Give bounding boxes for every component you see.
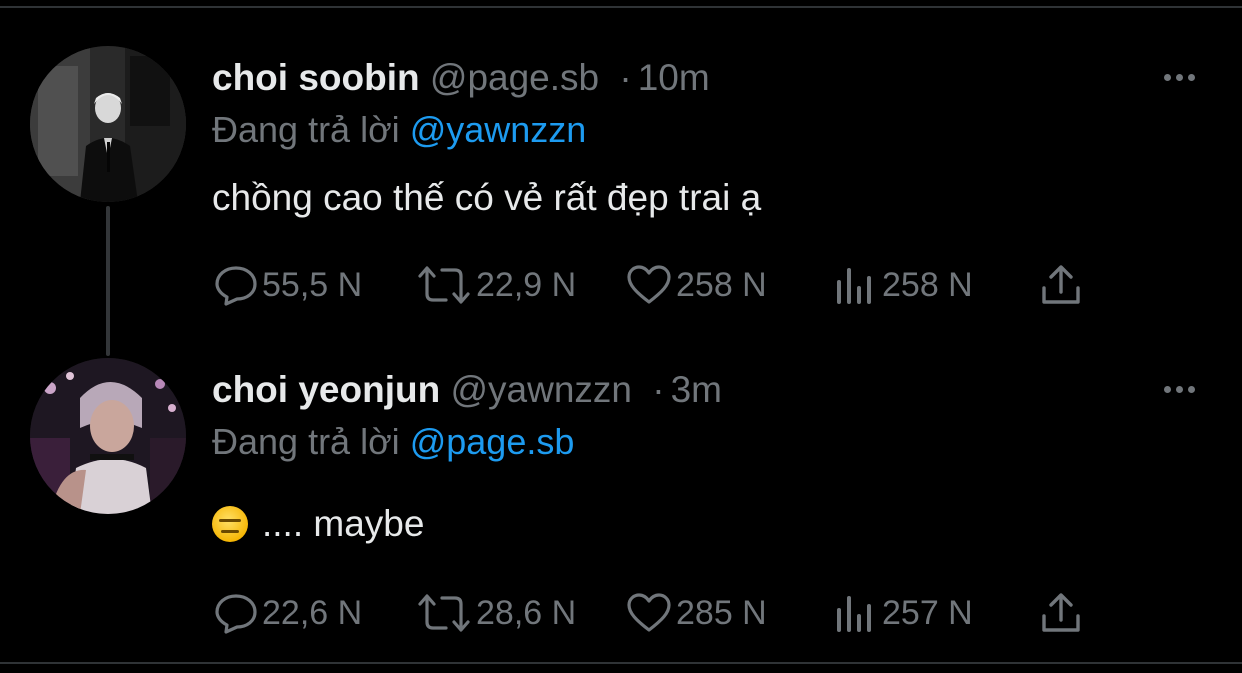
timestamp[interactable]: 3m — [671, 369, 722, 410]
views-icon — [837, 596, 871, 632]
display-name[interactable]: choi yeonjun — [212, 369, 440, 410]
tweet-text-container: .... maybe — [212, 500, 424, 548]
replying-prefix: Đang trả lời — [212, 421, 400, 462]
avatar[interactable] — [30, 46, 186, 202]
more-icon — [1163, 385, 1171, 393]
like-count: 285 N — [676, 593, 767, 632]
mention-link[interactable]: @page.sb — [410, 421, 575, 462]
expressionless-face-emoji — [212, 506, 248, 542]
retweet-icon — [418, 594, 470, 632]
bottom-divider — [0, 662, 1242, 664]
separator: · — [652, 369, 665, 410]
retweet-button[interactable]: 22,9 N — [416, 262, 576, 308]
reply-button[interactable]: 55,5 N — [214, 262, 362, 308]
retweet-count: 28,6 N — [476, 593, 577, 632]
share-button[interactable] — [1038, 262, 1084, 308]
mention-link[interactable]: @yawnzzn — [410, 109, 587, 150]
retweet-count: 22,9 N — [476, 265, 577, 304]
replying-to: Đang trả lời @page.sb — [212, 420, 574, 464]
retweet-button[interactable]: 28,6 N — [416, 590, 576, 636]
views-icon — [837, 268, 871, 304]
replying-to: Đang trả lời @yawnzzn — [212, 108, 586, 152]
thread-connector-line — [106, 206, 110, 356]
views-button[interactable]: 257 N — [834, 590, 973, 636]
user-handle[interactable]: @yawnzzn — [450, 369, 632, 410]
retweet-icon — [418, 266, 470, 304]
reply-count: 22,6 N — [262, 593, 363, 632]
avatar[interactable] — [30, 358, 186, 514]
like-button[interactable]: 258 N — [626, 262, 767, 308]
tweet-text: .... maybe — [262, 503, 425, 544]
display-name[interactable]: choi soobin — [212, 57, 420, 98]
like-button[interactable]: 285 N — [626, 590, 767, 636]
reply-icon — [215, 266, 257, 306]
views-count: 258 N — [882, 265, 973, 304]
timestamp[interactable]: 10m — [638, 57, 710, 98]
replying-prefix: Đang trả lời — [212, 109, 400, 150]
tweet-header: choi soobin @page.sb · 10m — [212, 56, 710, 100]
views-count: 257 N — [882, 593, 973, 632]
more-icon — [1163, 73, 1171, 81]
top-divider — [0, 6, 1242, 8]
reply-button[interactable]: 22,6 N — [214, 590, 362, 636]
tweet-header: choi yeonjun @yawnzzn · 3m — [212, 368, 722, 412]
like-icon — [627, 593, 671, 632]
share-button[interactable] — [1038, 590, 1084, 636]
more-options-button[interactable] — [1154, 64, 1204, 90]
more-options-button[interactable] — [1154, 376, 1204, 402]
reply-icon — [215, 594, 257, 634]
like-icon — [627, 265, 671, 304]
like-count: 258 N — [676, 265, 767, 304]
share-icon — [1042, 593, 1080, 632]
user-handle[interactable]: @page.sb — [430, 57, 599, 98]
reply-count: 55,5 N — [262, 265, 363, 304]
thread-view: choi soobin @page.sb · 10m Đang trả lời @… — [0, 0, 1242, 673]
tweet-actions: 55,5 N 22,9 N 258 N 258 N — [212, 262, 1112, 308]
views-button[interactable]: 258 N — [834, 262, 973, 308]
separator: · — [619, 57, 632, 98]
tweet-actions: 22,6 N 28,6 N 285 N 257 N — [212, 590, 1112, 636]
tweet-text: chồng cao thế có vẻ rất đẹp trai ạ — [212, 177, 762, 218]
share-icon — [1042, 265, 1080, 304]
